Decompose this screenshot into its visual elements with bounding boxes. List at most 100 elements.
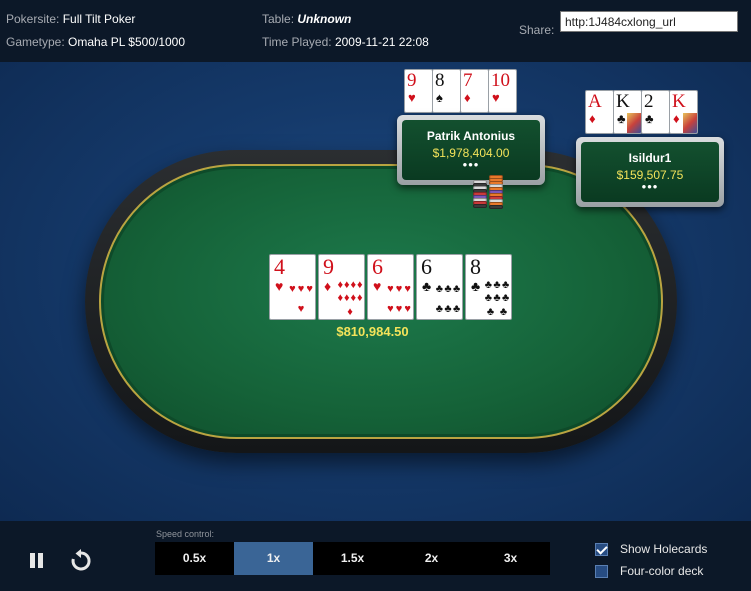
pip-icon: ♥ (289, 282, 296, 295)
four-color-deck-checkbox[interactable] (595, 564, 608, 578)
face-card-art-icon (683, 113, 697, 133)
playing-card: 2 ♣ (641, 90, 670, 134)
pause-button[interactable] (28, 553, 46, 569)
player-panel: Patrik Antonius $1,978,404.00 ••• (402, 120, 540, 180)
pip-icon: ♣ (502, 279, 510, 292)
card-pips-icon: ♥ ♥ ♥ ♥ (288, 279, 314, 319)
pip-icon: ♥ (297, 282, 305, 295)
share-label: Share: (519, 23, 555, 37)
show-holecards-checkbox[interactable] (595, 542, 608, 556)
four-color-deck-label: Four-color deck (620, 564, 704, 578)
pip-icon: ♣ (502, 292, 510, 305)
pip-icon: ♥ (387, 282, 394, 295)
chip (473, 204, 487, 208)
pokersite-label: Pokersite: (6, 12, 60, 26)
pip-icon: ♣ (499, 305, 508, 318)
card-rank: 2 (644, 91, 654, 112)
card-rank: 6 (372, 254, 383, 279)
pip-icon: ♣ (435, 282, 443, 295)
share-url-input[interactable] (560, 11, 738, 32)
pip-icon: ♦ (337, 292, 344, 305)
four-color-deck-option[interactable]: Four-color deck (595, 563, 703, 579)
pip-icon: ♥ (395, 302, 403, 315)
playing-card: 8 ♠ (432, 69, 461, 113)
time-played-label: Time Played: (262, 35, 332, 49)
card-suit-icon: ♣ (617, 111, 626, 126)
card-rank: K (672, 91, 686, 112)
pokersite-value: Full Tilt Poker (62, 12, 136, 26)
pip-icon: ♣ (435, 302, 443, 315)
show-holecards-option[interactable]: Show Holecards (595, 541, 707, 557)
player-status-dots: ••• (462, 157, 480, 172)
card-rank: 9 (407, 70, 417, 91)
card-rank: K (616, 91, 630, 112)
card-suit-icon: ♣ (471, 278, 481, 294)
pip-icon: ♥ (404, 282, 411, 295)
playing-card: 4 ♥ ♥ ♥ ♥ ♥ (269, 254, 316, 320)
card-pips-icon: ♦ ♦ ♦ ♦ ♦ ♦ ♦ ♦ ♦ (337, 279, 363, 319)
gametype-row: Gametype: Omaha PL $500/1000 (6, 35, 185, 49)
pip-icon: ♦ (350, 292, 357, 305)
pip-icon: ♥ (395, 282, 403, 295)
player-name: Isildur1 (628, 151, 672, 165)
speed-1-5x-button[interactable]: 1.5x (313, 542, 392, 575)
card-suit-icon: ♦ (464, 90, 471, 105)
speed-0-5x-button[interactable]: 0.5x (155, 542, 234, 575)
playing-card: 10 ♥ (488, 69, 517, 113)
playing-card: K ♦ (669, 90, 698, 134)
table-row: Table: Unknown (262, 12, 351, 26)
player-seat-isildur1: Isildur1 $159,507.75 ••• (576, 137, 724, 207)
pip-icon: ♣ (493, 292, 501, 305)
gametype-value: Omaha PL $500/1000 (68, 35, 186, 49)
pot-amount: $810,984.50 (336, 324, 409, 339)
playing-card: 9 ♦ ♦ ♦ ♦ ♦ ♦ ♦ ♦ ♦ ♦ (318, 254, 365, 320)
card-rank: 8 (470, 254, 481, 279)
replay-icon[interactable] (69, 549, 93, 573)
pip-icon: ♦ (343, 279, 350, 292)
chip-stack (473, 180, 487, 208)
pip-icon: ♦ (347, 305, 353, 318)
player-name: Patrik Antonius (426, 129, 516, 143)
pip-icon: ♣ (484, 292, 492, 305)
speed-control-label: Speed control: (156, 529, 215, 539)
table-label: Table: (262, 12, 295, 26)
player-status-dots: ••• (641, 179, 659, 194)
card-suit-icon: ♥ (408, 90, 416, 105)
player-seat-patrik-antonius: Patrik Antonius $1,978,404.00 ••• (397, 115, 545, 185)
pip-icon: ♦ (356, 292, 363, 305)
pip-icon: ♥ (297, 302, 305, 315)
pip-icon: ♣ (453, 282, 461, 295)
playing-card: A ♦ (585, 90, 614, 134)
speed-3x-button[interactable]: 3x (471, 542, 550, 575)
pip-icon: ♥ (387, 302, 394, 315)
pip-icon: ♣ (484, 279, 492, 292)
card-rank: 9 (323, 254, 334, 279)
pause-icon (30, 553, 35, 568)
playing-card: 9 ♥ (404, 69, 433, 113)
pip-icon: ♥ (404, 302, 411, 315)
pip-icon: ♦ (356, 279, 363, 292)
card-suit-icon: ♥ (492, 90, 500, 105)
table-value: Unknown (297, 12, 352, 26)
speed-1x-button[interactable]: 1x (234, 542, 313, 575)
pokersite-row: Pokersite: Full Tilt Poker (6, 12, 135, 26)
card-suit-icon: ♦ (673, 111, 680, 126)
card-pips-icon: ♣ ♣ ♣ ♣ ♣ ♣ ♣ ♣ (484, 279, 510, 319)
card-pips-icon: ♥ ♥ ♥ ♥ ♥ ♥ (386, 279, 412, 319)
gametype-label: Gametype: (6, 35, 65, 49)
playing-card: 6 ♣ ♣ ♣ ♣ ♣ ♣ ♣ (416, 254, 463, 320)
playing-card: 7 ♦ (460, 69, 489, 113)
speed-control: 0.5x 1x 1.5x 2x 3x (155, 542, 550, 575)
card-suit-icon: ♣ (645, 111, 654, 126)
show-holecards-label: Show Holecards (620, 542, 708, 556)
time-row: Time Played: 2009-11-21 22:08 (262, 35, 429, 49)
playing-card: K ♣ (613, 90, 642, 134)
pip-icon: ♣ (493, 279, 501, 292)
chip-stack (489, 175, 503, 209)
playing-card: 6 ♥ ♥ ♥ ♥ ♥ ♥ ♥ (367, 254, 414, 320)
speed-2x-button[interactable]: 2x (392, 542, 471, 575)
card-suit-icon: ♦ (589, 111, 596, 126)
face-card-art-icon (627, 113, 641, 133)
pause-icon (38, 553, 43, 568)
replay-header: Pokersite: Full Tilt Poker Gametype: Oma… (0, 0, 751, 62)
